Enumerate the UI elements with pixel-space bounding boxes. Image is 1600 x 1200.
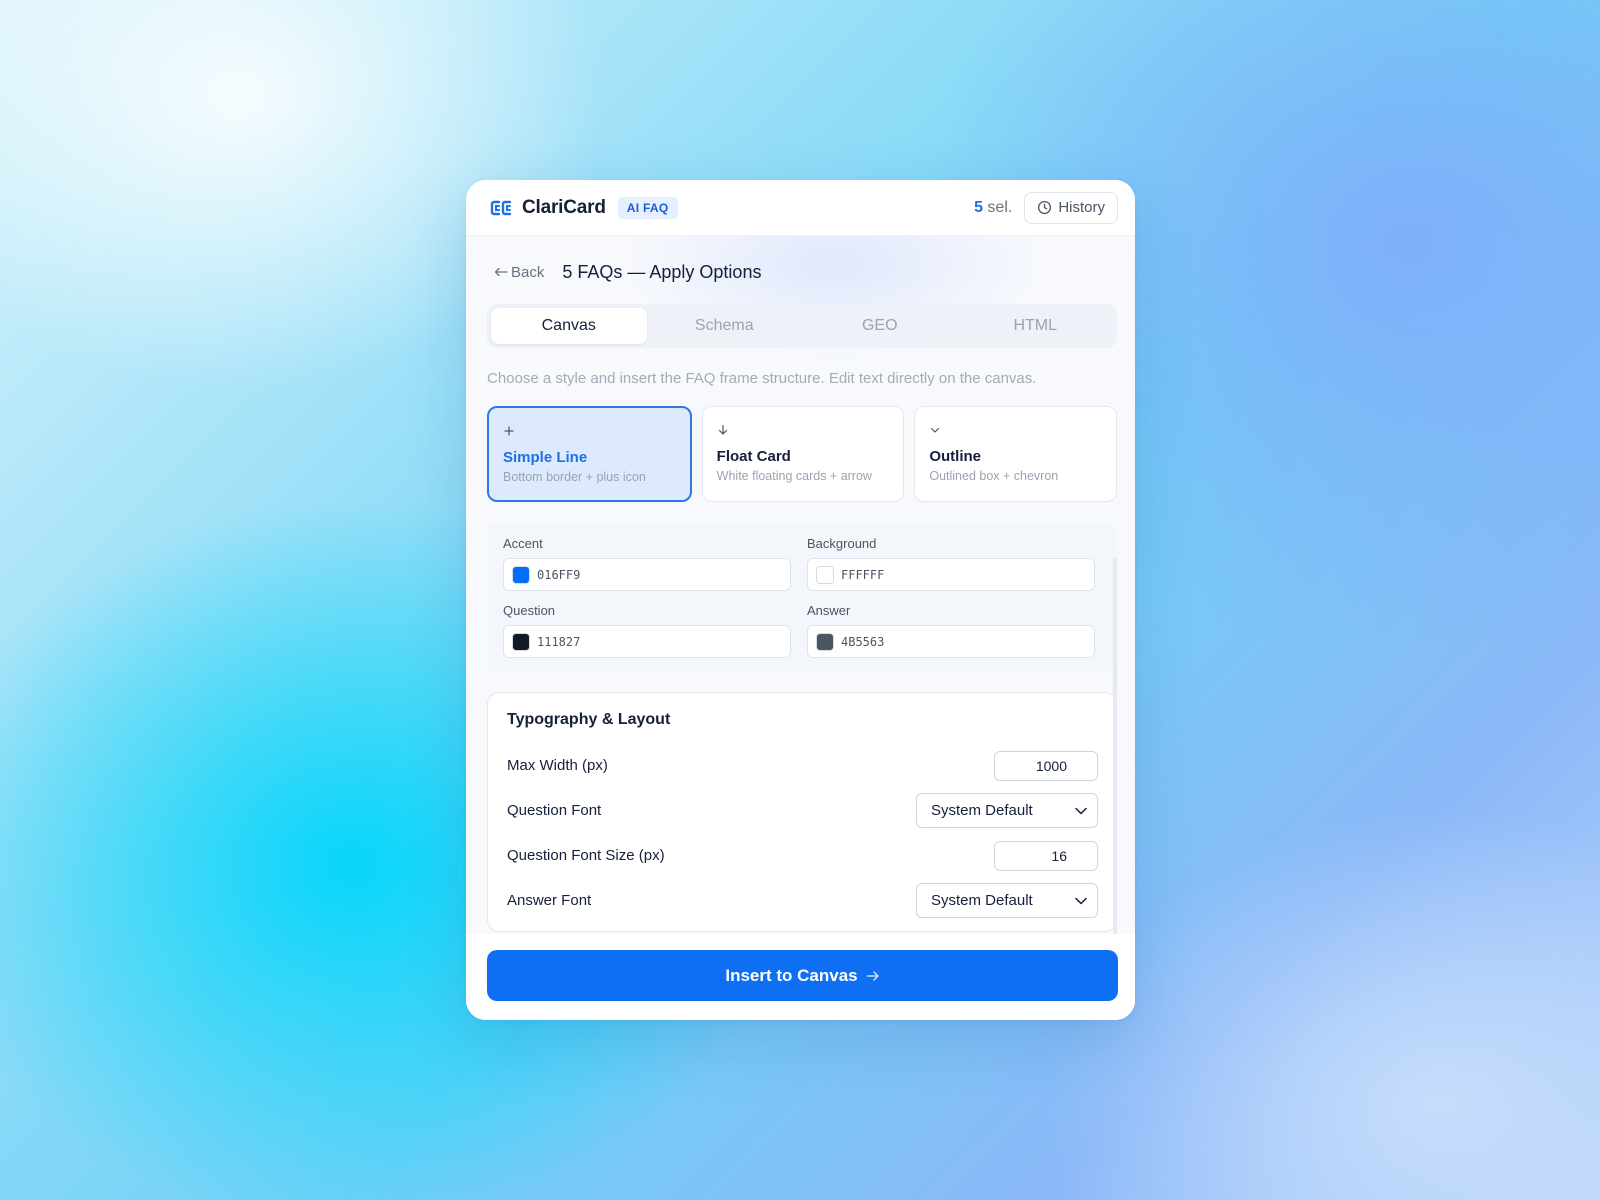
arrow-left-icon bbox=[494, 267, 508, 277]
style-hint: Choose a style and insert the FAQ frame … bbox=[487, 370, 1037, 387]
title-row: Back 5 FAQs — Apply Options bbox=[494, 256, 761, 288]
answer-font-value: System Default bbox=[931, 892, 1033, 909]
color-settings: Accent 016FF9 Background FFFFFF Question… bbox=[487, 522, 1117, 672]
background-swatch[interactable] bbox=[816, 565, 834, 584]
arrow-down-icon bbox=[717, 421, 890, 439]
insert-label: Insert to Canvas bbox=[725, 965, 858, 985]
tab-geo[interactable]: GEO bbox=[802, 308, 958, 344]
accent-value: 016FF9 bbox=[537, 567, 581, 582]
max-width-row: Max Width (px) 1000 bbox=[507, 743, 1098, 788]
plus-icon bbox=[503, 422, 676, 440]
style-card-title: Outline bbox=[929, 448, 982, 465]
ai-faq-badge: AI FAQ bbox=[617, 196, 678, 219]
answer-font-label: Answer Font bbox=[507, 892, 592, 909]
header: ClariCard AI FAQ 5 sel. History bbox=[466, 180, 1135, 236]
selection-count: 5 sel. bbox=[974, 199, 1012, 217]
style-card-float-card[interactable]: Float Card White floating cards + arrow bbox=[701, 406, 905, 502]
footer: Insert to Canvas bbox=[466, 934, 1135, 1020]
question-font-select[interactable]: System Default bbox=[916, 793, 1098, 828]
style-card-title: Simple Line bbox=[503, 449, 588, 466]
style-card-desc: Outlined box + chevron bbox=[929, 469, 1059, 483]
section-title: Typography & Layout bbox=[507, 711, 671, 728]
background-color-field: Background FFFFFF bbox=[807, 536, 1095, 591]
question-label: Question bbox=[503, 603, 556, 618]
max-width-label: Max Width (px) bbox=[507, 757, 608, 774]
question-font-size-row: Question Font Size (px) 16 bbox=[507, 833, 1098, 878]
answer-color-field: Answer 4B5563 bbox=[807, 603, 1095, 658]
chevron-down-icon bbox=[1075, 807, 1087, 815]
question-color-input[interactable]: 111827 bbox=[503, 625, 791, 658]
question-font-value: System Default bbox=[931, 802, 1033, 819]
plugin-panel: ClariCard AI FAQ 5 sel. History Back 5 F… bbox=[466, 180, 1135, 1020]
chevron-down-icon bbox=[929, 421, 1102, 439]
brand-name: ClariCard bbox=[522, 196, 606, 218]
accent-label: Accent bbox=[503, 536, 543, 551]
question-swatch[interactable] bbox=[512, 632, 530, 651]
style-card-title: Float Card bbox=[716, 448, 791, 465]
tab-bar: Canvas Schema GEO HTML bbox=[487, 304, 1117, 348]
selection-count-number: 5 bbox=[974, 198, 983, 216]
tab-html[interactable]: HTML bbox=[958, 308, 1114, 344]
question-color-field: Question 111827 bbox=[503, 603, 791, 658]
back-label: Back bbox=[511, 263, 545, 281]
tab-schema[interactable]: Schema bbox=[647, 308, 803, 344]
tab-canvas[interactable]: Canvas bbox=[491, 308, 647, 344]
back-button[interactable]: Back bbox=[494, 264, 544, 281]
question-font-size-label: Question Font Size (px) bbox=[507, 847, 665, 864]
question-font-size-input[interactable]: 16 bbox=[994, 840, 1098, 871]
style-options: Simple Line Bottom border + plus icon Fl… bbox=[487, 406, 1118, 502]
answer-label: Answer bbox=[807, 603, 851, 618]
history-button[interactable]: History bbox=[1024, 191, 1118, 224]
question-value: 111827 bbox=[537, 634, 581, 649]
accent-color-field: Accent 016FF9 bbox=[503, 536, 791, 591]
answer-font-row: Answer Font System Default bbox=[507, 878, 1098, 923]
question-font-label: Question Font bbox=[507, 802, 602, 819]
chevron-down-icon bbox=[1075, 897, 1087, 905]
question-font-row: Question Font System Default bbox=[507, 788, 1098, 833]
background-label: Background bbox=[807, 536, 877, 551]
answer-swatch[interactable] bbox=[816, 632, 834, 651]
background-value: FFFFFF bbox=[841, 567, 885, 582]
background-color-input[interactable]: FFFFFF bbox=[807, 558, 1095, 591]
accent-color-input[interactable]: 016FF9 bbox=[503, 558, 791, 591]
insert-to-canvas-button[interactable]: Insert to Canvas bbox=[487, 950, 1118, 1001]
arrow-right-icon bbox=[866, 970, 880, 982]
answer-value: 4B5563 bbox=[841, 634, 885, 649]
answer-font-select[interactable]: System Default bbox=[916, 883, 1098, 918]
answer-color-input[interactable]: 4B5563 bbox=[807, 625, 1095, 658]
selection-count-suffix: sel. bbox=[987, 198, 1013, 216]
history-label: History bbox=[1058, 199, 1105, 216]
typography-layout-section: Typography & Layout Max Width (px) 1000 … bbox=[487, 692, 1117, 932]
style-card-desc: Bottom border + plus icon bbox=[503, 470, 646, 484]
style-card-desc: White floating cards + arrow bbox=[716, 469, 872, 483]
claricard-logo-icon bbox=[490, 199, 512, 217]
style-card-simple-line[interactable]: Simple Line Bottom border + plus icon bbox=[487, 406, 692, 502]
clock-icon bbox=[1037, 200, 1052, 215]
style-card-outline[interactable]: Outline Outlined box + chevron bbox=[914, 406, 1118, 502]
max-width-input[interactable]: 1000 bbox=[994, 750, 1098, 781]
accent-swatch[interactable] bbox=[512, 565, 530, 584]
page-title: 5 FAQs — Apply Options bbox=[562, 261, 762, 282]
